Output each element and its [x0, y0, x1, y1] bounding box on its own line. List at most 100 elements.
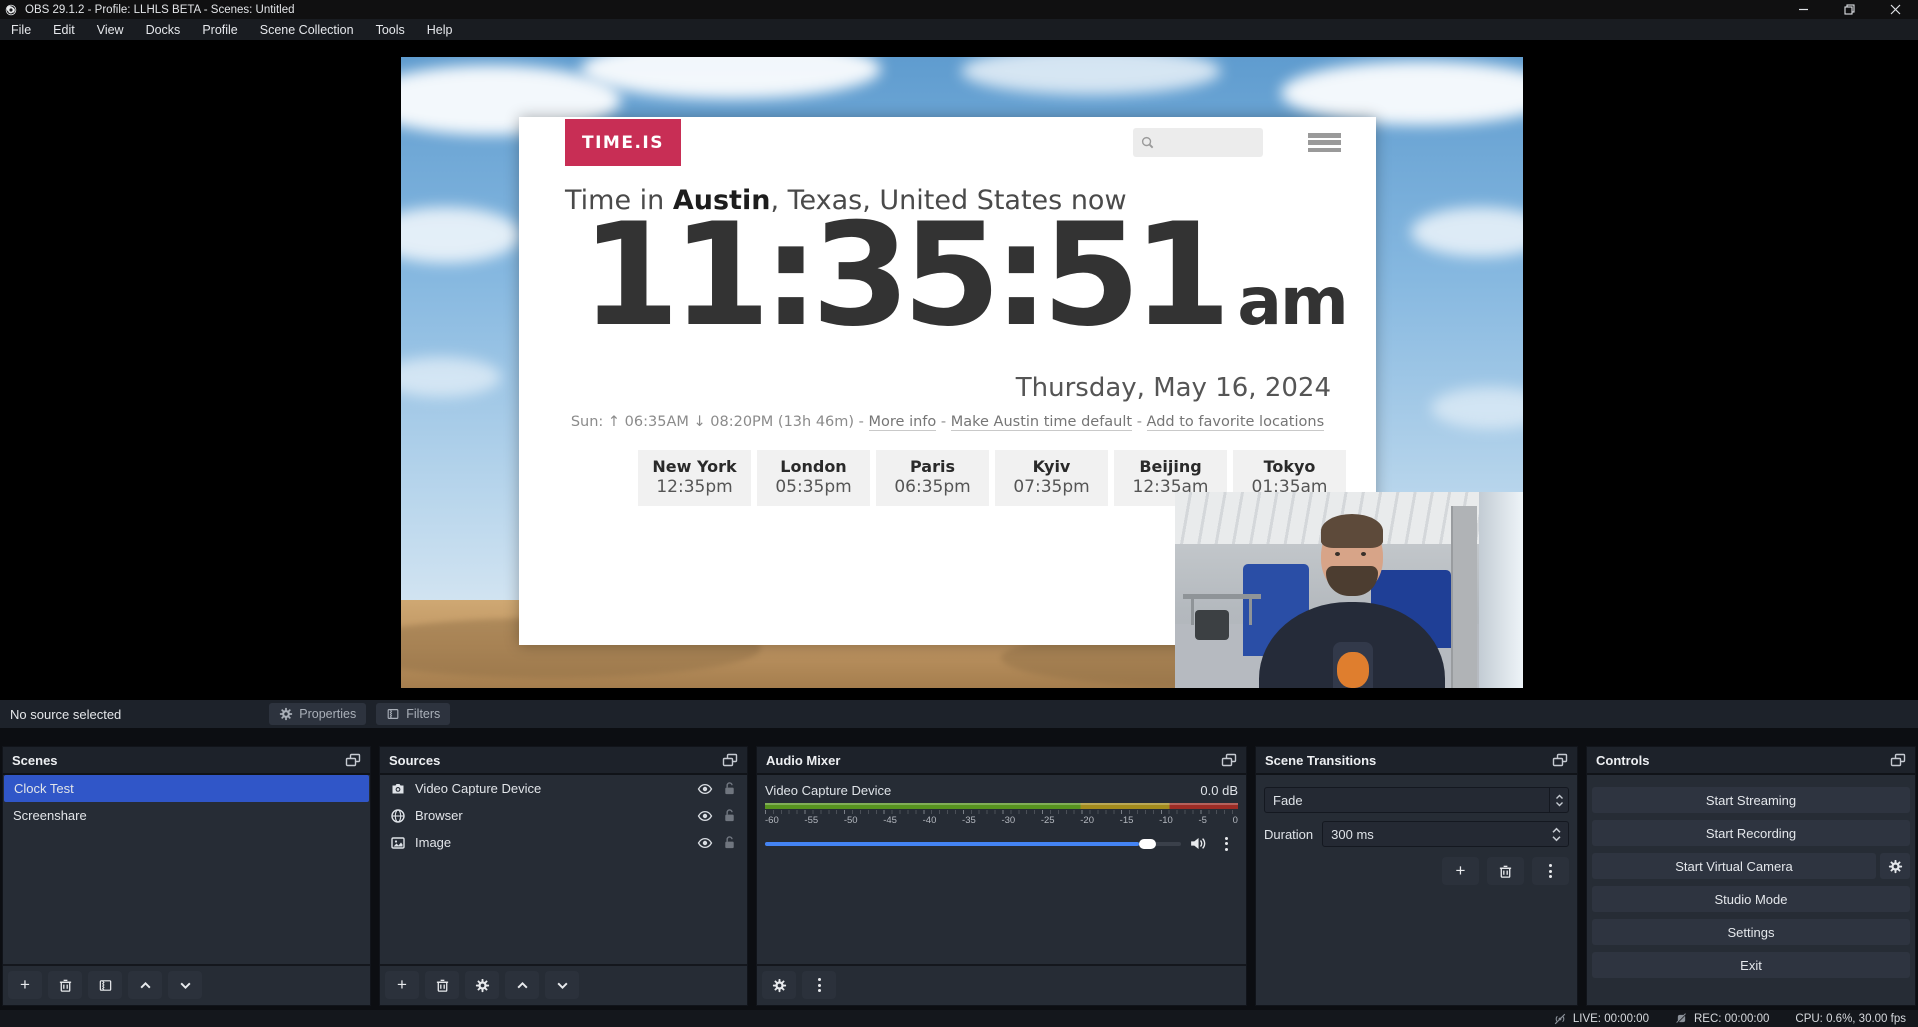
scenes-toolbar: + — [3, 964, 370, 1004]
mixer-menu-button[interactable] — [802, 971, 836, 999]
properties-button[interactable]: Properties — [269, 703, 366, 725]
mixer-level-db: 0.0 dB — [1200, 783, 1238, 798]
controls-panel: Controls Start Streaming Start Recording… — [1586, 746, 1916, 1006]
sun-times: Sun: ↑ 06:35AM ↓ 08:20PM (13h 46m) - — [571, 414, 869, 430]
chevron-up-icon — [139, 981, 152, 990]
start-virtual-camera-button[interactable]: Start Virtual Camera — [1592, 853, 1876, 879]
duration-label: Duration — [1264, 827, 1313, 842]
start-streaming-button[interactable]: Start Streaming — [1592, 787, 1910, 813]
close-button[interactable] — [1872, 0, 1918, 19]
trash-icon — [58, 978, 73, 993]
hamburger-menu-icon — [1308, 133, 1341, 152]
popout-icon[interactable] — [722, 753, 738, 767]
scene-down-button[interactable] — [168, 971, 202, 999]
cloud — [1431, 387, 1523, 429]
scene-preview: TIME.IS Time in Austin, Texas, United St… — [401, 57, 1523, 688]
live-off-icon — [1553, 1012, 1567, 1026]
chevron-down-icon — [179, 981, 192, 990]
menu-scene-collection[interactable]: Scene Collection — [249, 19, 365, 40]
source-item-video-capture[interactable]: Video Capture Device — [380, 775, 747, 802]
scene-transitions-panel: Scene Transitions Fade Duration — [1255, 746, 1578, 1006]
preview-canvas[interactable]: TIME.IS Time in Austin, Texas, United St… — [0, 40, 1918, 700]
source-item-image[interactable]: Image — [380, 829, 747, 856]
menu-view[interactable]: View — [86, 19, 135, 40]
volume-slider-handle[interactable] — [1139, 839, 1156, 849]
popout-icon[interactable] — [1221, 753, 1237, 767]
menu-docks[interactable]: Docks — [135, 19, 192, 40]
virtual-camera-settings-button[interactable] — [1880, 853, 1910, 879]
transition-select-arrows[interactable] — [1549, 788, 1568, 812]
scene-item-screenshare[interactable]: Screenshare — [3, 802, 370, 829]
source-down-button[interactable] — [545, 971, 579, 999]
menu-edit[interactable]: Edit — [42, 19, 86, 40]
menu-profile[interactable]: Profile — [191, 19, 248, 40]
duration-spin-arrows[interactable] — [1551, 827, 1562, 842]
exit-button[interactable]: Exit — [1592, 952, 1910, 978]
mixer-channel-menu-button[interactable] — [1214, 837, 1238, 851]
trash-icon — [1498, 864, 1513, 879]
lock-icon[interactable] — [722, 781, 737, 796]
cloud — [401, 357, 501, 397]
start-recording-button[interactable]: Start Recording — [1592, 820, 1910, 846]
studio-mode-button[interactable]: Studio Mode — [1592, 886, 1910, 912]
add-transition-button[interactable]: + — [1442, 857, 1479, 885]
scene-up-button[interactable] — [128, 971, 162, 999]
scenes-header[interactable]: Scenes — [3, 747, 370, 775]
menu-bar: File Edit View Docks Profile Scene Colle… — [0, 19, 1918, 40]
transitions-header[interactable]: Scene Transitions — [1256, 747, 1577, 775]
visibility-eye-icon[interactable] — [697, 808, 713, 824]
source-properties-button[interactable] — [465, 971, 499, 999]
transition-selected-value: Fade — [1273, 793, 1303, 808]
source-item-browser[interactable]: Browser — [380, 802, 747, 829]
popout-icon[interactable] — [1890, 753, 1906, 767]
controls-title: Controls — [1596, 753, 1649, 768]
popout-icon[interactable] — [345, 753, 361, 767]
minimize-icon — [1798, 4, 1809, 15]
gear-icon — [1888, 859, 1903, 874]
timeis-clock: 11:35:51 am — [581, 205, 1347, 347]
transition-menu-button[interactable] — [1532, 857, 1569, 885]
clock-ampm: am — [1237, 263, 1346, 340]
remove-scene-button[interactable] — [48, 971, 82, 999]
source-toolbar: No source selected Properties Filters — [0, 700, 1918, 728]
transition-select[interactable]: Fade — [1264, 787, 1569, 813]
speaker-icon[interactable] — [1189, 835, 1206, 852]
audio-mixer-header[interactable]: Audio Mixer — [757, 747, 1246, 775]
scene-filters-button[interactable] — [88, 971, 122, 999]
sources-panel: Sources Video Capture Device Browser — [379, 746, 748, 1006]
lock-icon[interactable] — [722, 835, 737, 850]
gear-icon — [279, 707, 293, 721]
dock-area: Scenes Clock Test Screenshare + Sources — [0, 728, 1918, 1010]
person-hair — [1321, 514, 1383, 548]
world-clock: Kyiv07:35pm — [995, 450, 1108, 506]
advanced-audio-button[interactable] — [762, 971, 796, 999]
source-up-button[interactable] — [505, 971, 539, 999]
lock-icon[interactable] — [722, 808, 737, 823]
controls-header[interactable]: Controls — [1587, 747, 1915, 775]
volume-slider[interactable] — [765, 842, 1181, 846]
transitions-title: Scene Transitions — [1265, 753, 1376, 768]
remove-transition-button[interactable] — [1487, 857, 1524, 885]
duration-input[interactable]: 300 ms — [1322, 821, 1569, 847]
sources-header[interactable]: Sources — [380, 747, 747, 775]
office-chair — [1195, 610, 1229, 640]
scene-item-clock-test[interactable]: Clock Test — [4, 775, 369, 802]
menu-tools[interactable]: Tools — [365, 19, 416, 40]
add-scene-button[interactable]: + — [8, 971, 42, 999]
visibility-eye-icon[interactable] — [697, 835, 713, 851]
settings-button[interactable]: Settings — [1592, 919, 1910, 945]
menu-file[interactable]: File — [0, 19, 42, 40]
obs-window: OBS 29.1.2 - Profile: LLHLS BETA - Scene… — [0, 0, 1918, 1027]
make-default-link: Make Austin time default — [951, 414, 1132, 431]
visibility-eye-icon[interactable] — [697, 781, 713, 797]
close-icon — [1890, 4, 1901, 15]
menu-help[interactable]: Help — [416, 19, 464, 40]
remove-source-button[interactable] — [425, 971, 459, 999]
minimize-button[interactable] — [1780, 0, 1826, 19]
kebab-menu-icon — [818, 978, 821, 992]
filters-button[interactable]: Filters — [376, 703, 450, 725]
popout-icon[interactable] — [1552, 753, 1568, 767]
timeis-date: Thursday, May 16, 2024 — [1016, 373, 1331, 403]
restore-button[interactable] — [1826, 0, 1872, 19]
add-source-button[interactable]: + — [385, 971, 419, 999]
